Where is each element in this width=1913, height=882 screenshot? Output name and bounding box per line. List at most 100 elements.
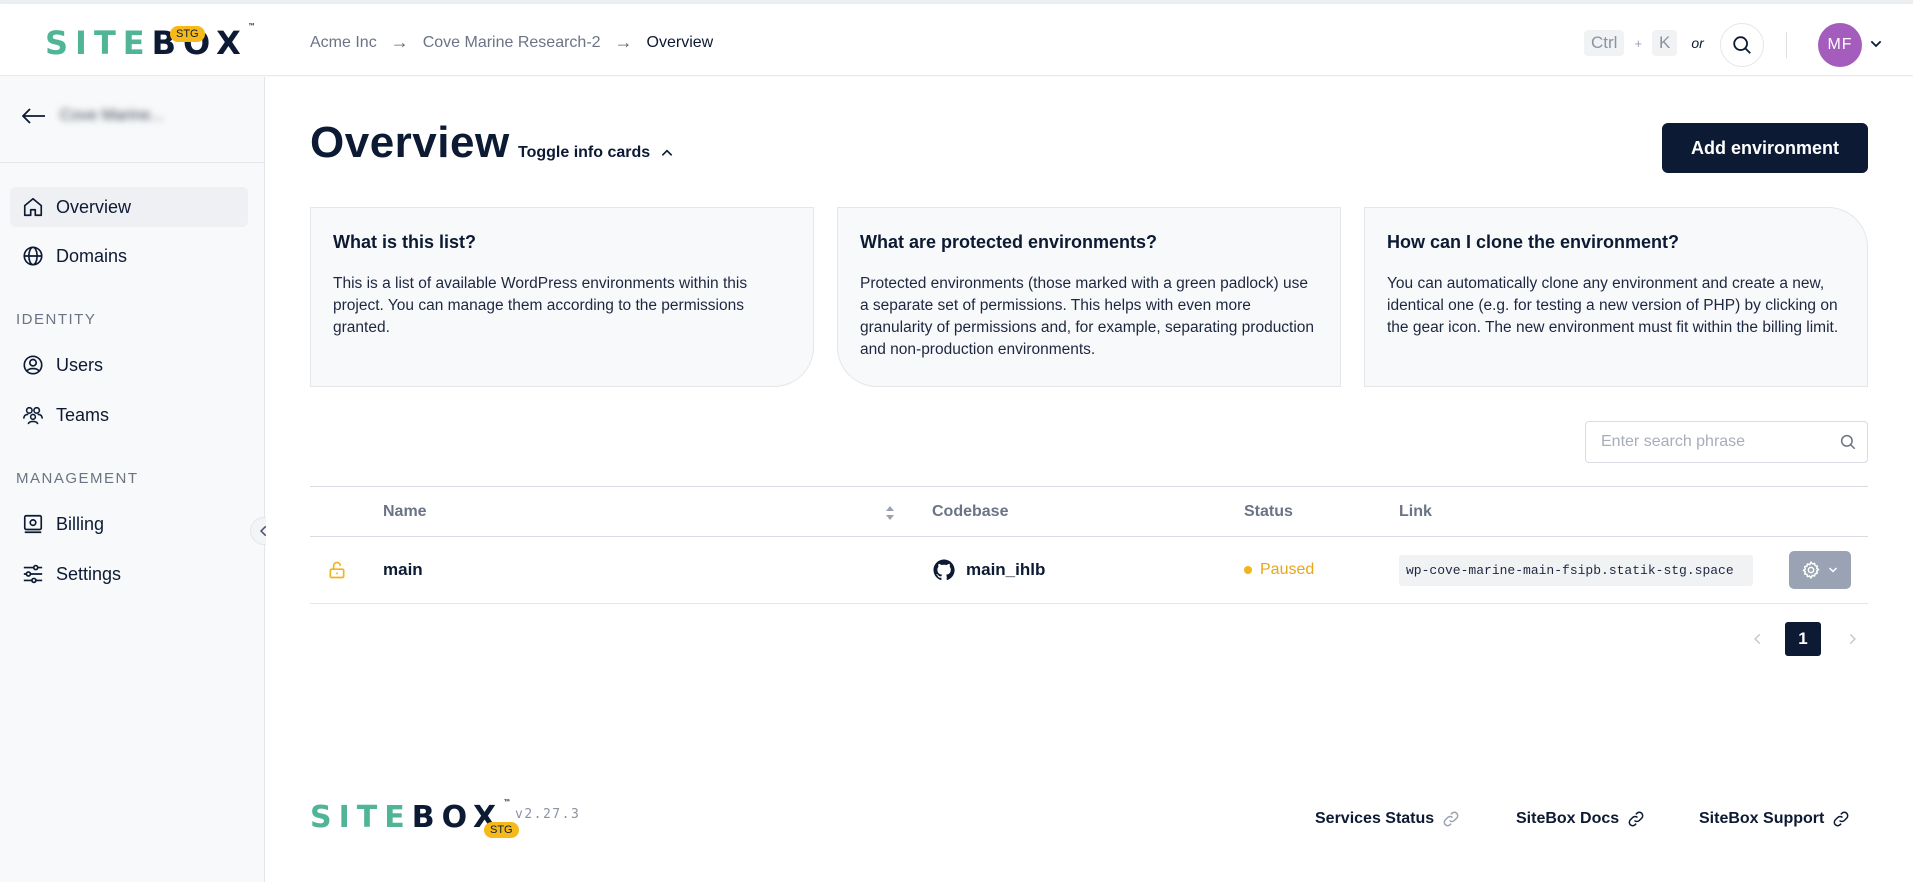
info-card-body: This is a list of available WordPress en… [333,275,748,336]
sidebar-item-label: Billing [56,513,105,534]
sidebar-divider [0,162,265,163]
home-icon [23,197,43,217]
kbd-k: K [1652,30,1678,56]
sitebox-docs-link[interactable]: SiteBox Docs [1516,810,1645,828]
link-icon [1443,811,1459,827]
search-icon [1733,36,1751,54]
arrow-left-icon [22,108,45,124]
protection-cell [327,537,347,603]
link-cell: wp-cove-marine-main-fsipb.statik-stg.spa… [1399,537,1753,603]
search-shortcut-hint: Ctrl + K or [1584,30,1718,56]
toggle-info-label: Toggle info cards [518,144,651,161]
sidebar-item-teams[interactable]: Teams [10,395,248,435]
codebase-cell[interactable]: main_ihlb [932,537,1045,603]
section-management: MANAGEMENT [16,470,139,487]
global-search-button[interactable] [1720,23,1764,67]
section-identity: IDENTITY [16,311,97,328]
info-card-clone: How can I clone the environment? You can… [1364,207,1868,387]
footer-link-label: SiteBox Support [1699,810,1825,827]
page-title: Overview [310,118,510,167]
gear-icon [1802,561,1820,579]
kbd-plus: + [1634,35,1643,51]
environments-table: Name Codebase Status Link main main_ihlb… [310,486,1868,604]
column-header-name[interactable]: Name [383,503,427,521]
pagination-page-current[interactable]: 1 [1785,622,1821,656]
sidebar-item-label: Teams [56,404,110,425]
chevron-down-icon[interactable] [1868,36,1884,52]
chevron-up-icon [661,149,673,156]
link-icon [1833,811,1849,827]
globe-icon [23,246,43,266]
breadcrumb-arrow-icon: → [614,32,633,52]
search-icon[interactable] [1839,433,1857,451]
sitebox-logo[interactable]: SITEBOX™ [45,23,263,62]
column-header-codebase: Codebase [932,503,1009,520]
app-version: v2.27.3 [515,807,581,822]
footer-link-label: SiteBox Docs [1516,810,1620,827]
add-environment-button[interactable]: Add environment [1662,123,1868,173]
status-badge: Paused [1260,561,1315,578]
status-dot [1244,566,1252,574]
sidebar-item-label: Domains [56,245,128,266]
unlocked-padlock-icon [329,561,345,579]
user-circle-icon [23,355,43,375]
sidebar-item-billing[interactable]: Billing [10,504,248,544]
breadcrumb-arrow-icon: → [390,32,409,52]
logo-text-green: SIT [45,24,123,62]
breadcrumb: Acme Inc → Cove Marine Research-2 → Over… [310,32,713,53]
search-input[interactable] [1601,433,1831,451]
sort-icon[interactable] [885,505,895,521]
chevron-down-icon [1828,567,1838,573]
breadcrumb-org[interactable]: Acme Inc [310,34,377,52]
logo-trademark: ™ [503,798,519,807]
table-header: Name Codebase Status Link [310,486,1868,537]
logo-text-e: E [384,800,412,835]
search-field [1585,421,1868,463]
footer-link-label: Services Status [1315,810,1435,827]
table-row: main main_ihlb Paused wp-cove-marine-mai… [310,537,1868,604]
env-badge: STG [170,26,205,42]
toggle-info-cards[interactable]: Toggle info cards [518,144,674,162]
info-card-title: What are protected environments? [860,232,1158,252]
info-card-title: What is this list? [333,232,477,252]
environment-url[interactable]: wp-cove-marine-main-fsipb.statik-stg.spa… [1399,554,1753,586]
logo-text-green: SIT [310,800,385,835]
pagination-prev-icon[interactable] [1751,631,1765,647]
back-to-project[interactable]: Cove Marine... [22,107,164,125]
pagination-next-icon[interactable] [1845,631,1859,647]
info-card-list: What is this list? This is a list of ava… [310,207,814,387]
sidebar-item-domains[interactable]: Domains [10,236,248,276]
logo-trademark: ™ [247,22,263,31]
logo-text-e: E [122,24,152,62]
info-card-protected: What are protected environments? Protect… [837,207,1341,387]
user-avatar[interactable]: MF [1818,23,1862,67]
status-cell: Paused [1244,537,1314,603]
column-header-status: Status [1244,503,1293,520]
services-status-link[interactable]: Services Status [1315,810,1460,828]
kbd-ctrl: Ctrl [1584,30,1625,56]
sidebar-item-label: Users [56,354,104,375]
main-content [266,77,1913,882]
env-name-link[interactable]: main [383,537,423,603]
header-divider [1786,32,1787,58]
breadcrumb-project[interactable]: Cove Marine Research-2 [423,34,601,52]
shortcut-or: or [1691,35,1704,51]
breadcrumb-current: Overview [646,33,714,51]
sidebar-item-label: Overview [56,196,132,217]
actions-cell [1789,537,1851,603]
sidebar-item-overview[interactable]: Overview [10,187,248,227]
link-icon [1628,811,1644,827]
billing-icon [23,514,43,534]
project-name-blurred: Cove Marine... [60,107,165,124]
sliders-icon [23,564,43,584]
sidebar: Cove Marine... Overview Domains IDENTITY… [0,77,265,882]
team-icon [23,406,43,425]
info-card-body: Protected environments (those marked wit… [860,275,1315,358]
sidebar-item-settings[interactable]: Settings [10,554,248,594]
codebase-name: main_ihlb [966,560,1046,579]
sitebox-support-link[interactable]: SiteBox Support [1699,810,1850,828]
sidebar-item-users[interactable]: Users [10,345,248,385]
sidebar-item-label: Settings [56,563,122,584]
info-card-body: You can automatically clone any environm… [1387,275,1839,336]
environment-actions-button[interactable] [1789,551,1851,589]
